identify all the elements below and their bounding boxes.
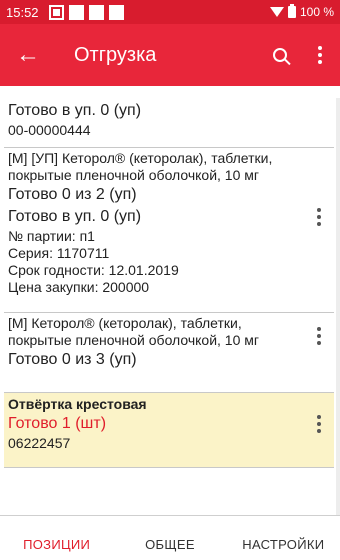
item-barcode: 00-00000444 (8, 122, 91, 138)
item-price: Цена закупки: 200000 (8, 279, 150, 295)
item-ready-count: Готово 0 из 3 (уп) (8, 351, 137, 368)
scroll-track[interactable] (336, 98, 340, 515)
item-series: Серия: 1170711 (8, 245, 110, 261)
page-title: Отгрузка (74, 43, 157, 66)
list-item[interactable]: Отвёртка крестовая Готово 1 (шт) 0622245… (4, 393, 334, 468)
item-expiry: Срок годности: 12.01.2019 (8, 262, 179, 278)
notification-icon (68, 4, 84, 20)
gallery-notification-icon (48, 4, 64, 20)
battery-icon (287, 4, 296, 18)
item-menu-button[interactable] (308, 327, 330, 345)
item-name: Отвёртка крестовая (8, 396, 147, 412)
status-time: 15:52 (6, 4, 39, 20)
bottom-tabs: ПОЗИЦИИ ОБЩЕЕ НАСТРОЙКИ (0, 515, 340, 560)
item-name: [М] [УП] Кеторол® (кеторолак), таблетки,… (8, 150, 273, 183)
item-ready-pack: Готово в уп. 0 (уп) (8, 102, 142, 119)
item-name: [М] Кеторол® (кеторолак), таблетки, покр… (8, 315, 260, 348)
more-vert-icon (318, 46, 322, 64)
battery-level: 100 % (299, 5, 334, 19)
item-batch: № партии: п1 (8, 228, 95, 244)
item-menu-button[interactable] (308, 208, 330, 226)
more-menu-button[interactable] (300, 24, 340, 86)
status-bar: 15:52 100 % (0, 0, 340, 24)
list-item[interactable]: Готово в уп. 0 (уп) 00-00000444 (4, 98, 334, 148)
item-barcode: 06222457 (8, 435, 71, 451)
list-item[interactable]: [М] [УП] Кеторол® (кеторолак), таблетки,… (4, 148, 334, 313)
positions-list[interactable]: Готово в уп. 0 (уп) 00-00000444 [М] [УП]… (4, 98, 334, 515)
item-ready-pack: Готово в уп. 0 (уп) (8, 208, 142, 225)
list-item[interactable]: [М] Кеторол® (кеторолак), таблетки, покр… (4, 313, 334, 393)
notification-icon (88, 4, 104, 20)
status-right: 100 % (269, 4, 334, 19)
item-ready-count: Готово 0 из 2 (уп) (8, 186, 137, 203)
app-bar: ← Отгрузка (0, 24, 340, 86)
notification-icon (108, 4, 124, 20)
back-arrow-icon: ← (16, 41, 40, 68)
item-menu-button[interactable] (308, 415, 330, 433)
search-icon (273, 48, 287, 62)
tab-general[interactable]: ОБЩЕЕ (113, 537, 226, 560)
back-button[interactable]: ← (0, 24, 56, 86)
search-button[interactable] (260, 24, 300, 86)
tab-settings[interactable]: НАСТРОЙКИ (227, 537, 340, 560)
wifi-icon (269, 7, 284, 17)
tab-positions[interactable]: ПОЗИЦИИ (0, 537, 113, 560)
item-ready-count: Готово 1 (шт) (8, 415, 107, 432)
